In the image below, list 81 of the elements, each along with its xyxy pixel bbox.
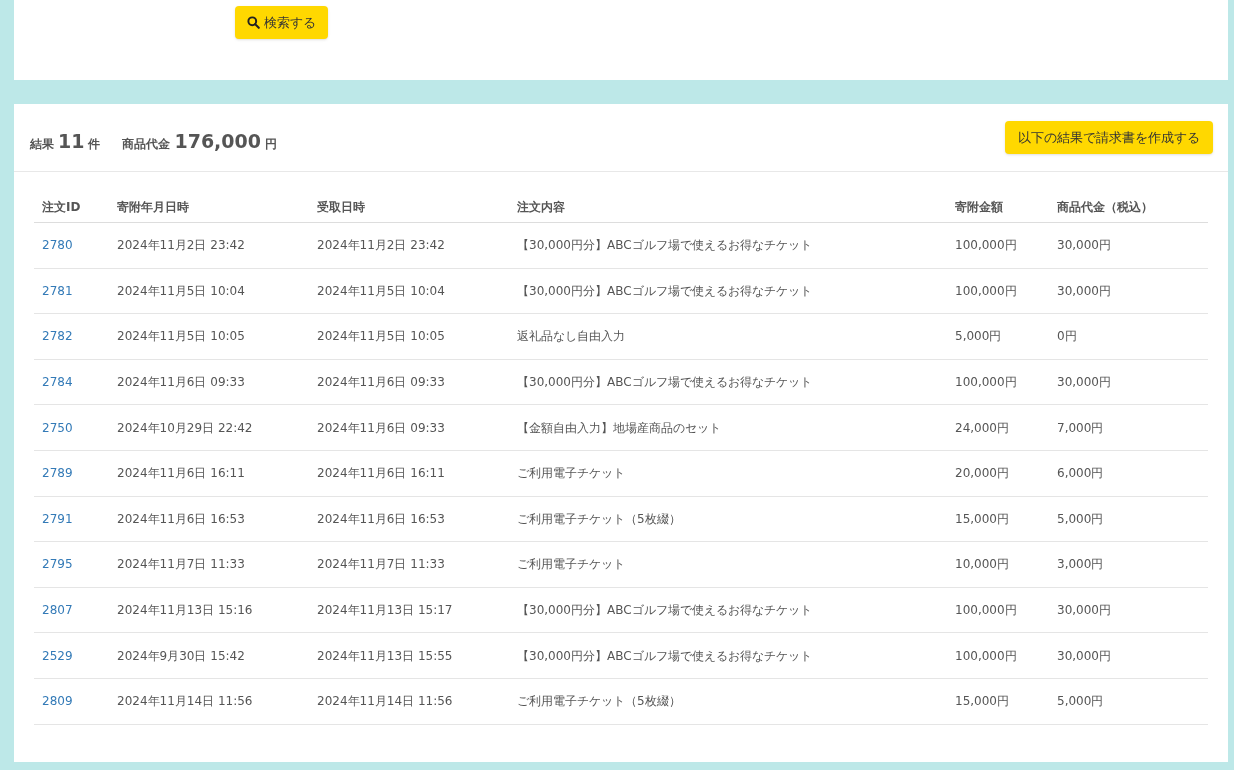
table-cell: 2024年11月14日 11:56	[317, 694, 453, 709]
table-cell: 100,000円	[955, 375, 1017, 390]
table-cell: 【30,000円分】ABCゴルフ場で使えるお得なチケット	[517, 238, 812, 253]
table-cell: 5,000円	[955, 329, 1002, 344]
table-cell: ご利用電子チケット	[517, 466, 625, 481]
order-id-link[interactable]: 2789	[42, 466, 73, 481]
table-cell: ご利用電子チケット（5枚綴）	[517, 694, 681, 709]
table-cell: 5,000円	[1057, 694, 1104, 709]
table-cell: 20,000円	[955, 466, 1009, 481]
table-cell: 6,000円	[1057, 466, 1104, 481]
table-cell: 2024年11月6日 09:33	[317, 420, 445, 435]
order-id-link[interactable]: 2791	[42, 511, 73, 526]
table-cell: 15,000円	[955, 694, 1009, 709]
table-cell: 100,000円	[955, 603, 1017, 618]
table-cell: 30,000円	[1057, 603, 1111, 618]
table-cell: ご利用電子チケット（5枚綴）	[517, 511, 681, 526]
table-cell: 2024年11月6日 09:33	[117, 375, 245, 390]
order-id-link[interactable]: 2750	[42, 420, 73, 435]
table-cell: 2024年10月29日 22:42	[117, 420, 253, 435]
table-cell: 【金額自由入力】地場産商品のセット	[517, 420, 721, 435]
table-cell: 30,000円	[1057, 283, 1111, 298]
table-cell: 2024年11月7日 11:33	[117, 557, 245, 572]
table-cell: 10,000円	[955, 557, 1009, 572]
table-cell: 2024年11月6日 16:11	[117, 466, 245, 481]
table-cell: 2024年11月13日 15:55	[317, 648, 453, 663]
table-cell: 15,000円	[955, 511, 1009, 526]
total-amount: 176,000	[174, 129, 261, 155]
table-cell: 30,000円	[1057, 238, 1111, 253]
table-cell: 2024年11月2日 23:42	[117, 238, 245, 253]
table-cell: 2024年11月5日 10:05	[317, 329, 445, 344]
table-cell: 2024年11月6日 16:53	[317, 511, 445, 526]
column-header: 商品代金（税込）	[1057, 200, 1153, 214]
search-button[interactable]: 検索する	[235, 6, 328, 39]
table-cell: 2024年11月7日 11:33	[317, 557, 445, 572]
table-cell: 30,000円	[1057, 648, 1111, 663]
order-id-link[interactable]: 2781	[42, 283, 73, 298]
result-unit: 件	[88, 136, 101, 154]
table-cell: 2024年11月5日 10:05	[117, 329, 245, 344]
table-cell: 100,000円	[955, 238, 1017, 253]
column-header: 寄附金額	[955, 200, 1003, 214]
table-cell: 2024年11月5日 10:04	[317, 283, 445, 298]
column-header: 受取日時	[317, 200, 365, 214]
table-cell: 2024年11月6日 16:11	[317, 466, 445, 481]
create-invoice-button[interactable]: 以下の結果で請求書を作成する	[1005, 121, 1213, 154]
order-id-link[interactable]: 2780	[42, 238, 73, 253]
table-cell: 【30,000円分】ABCゴルフ場で使えるお得なチケット	[517, 283, 812, 298]
order-id-link[interactable]: 2529	[42, 648, 73, 663]
table-cell: 2024年9月30日 15:42	[117, 648, 245, 663]
table-cell: 【30,000円分】ABCゴルフ場で使えるお得なチケット	[517, 603, 812, 618]
table-cell: 5,000円	[1057, 511, 1104, 526]
table-cell: 2024年11月6日 16:53	[117, 511, 245, 526]
table-cell: 2024年11月2日 23:42	[317, 238, 445, 253]
table-cell: 2024年11月5日 10:04	[117, 283, 245, 298]
table-cell: 7,000円	[1057, 420, 1104, 435]
order-id-link[interactable]: 2809	[42, 694, 73, 709]
order-id-link[interactable]: 2784	[42, 375, 73, 390]
search-icon	[247, 16, 260, 29]
table-cell: 3,000円	[1057, 557, 1104, 572]
table-cell: 30,000円	[1057, 375, 1111, 390]
result-count: 11	[58, 129, 85, 155]
table-cell: 返礼品なし自由入力	[517, 329, 625, 344]
order-id-link[interactable]: 2795	[42, 557, 73, 572]
total-label: 商品代金	[122, 136, 171, 154]
table-cell: 2024年11月6日 09:33	[317, 375, 445, 390]
table-cell: 【30,000円分】ABCゴルフ場で使えるお得なチケット	[517, 375, 812, 390]
table-cell: 0円	[1057, 329, 1077, 344]
table-cell: 2024年11月13日 15:16	[117, 603, 253, 618]
total-unit: 円	[265, 136, 277, 154]
table-cell: 2024年11月13日 15:17	[317, 603, 453, 618]
table-cell: 100,000円	[955, 283, 1017, 298]
table-cell: 【30,000円分】ABCゴルフ場で使えるお得なチケット	[517, 648, 812, 663]
table-cell: 2024年11月14日 11:56	[117, 694, 253, 709]
column-header: 注文内容	[517, 200, 565, 214]
table-cell: ご利用電子チケット	[517, 557, 625, 572]
order-id-link[interactable]: 2782	[42, 329, 73, 344]
column-header: 寄附年月日時	[117, 200, 189, 214]
result-label: 結果	[30, 136, 54, 154]
table-cell: 24,000円	[955, 420, 1009, 435]
order-id-link[interactable]: 2807	[42, 603, 73, 618]
table-cell: 100,000円	[955, 648, 1017, 663]
column-header: 注文ID	[42, 200, 81, 214]
